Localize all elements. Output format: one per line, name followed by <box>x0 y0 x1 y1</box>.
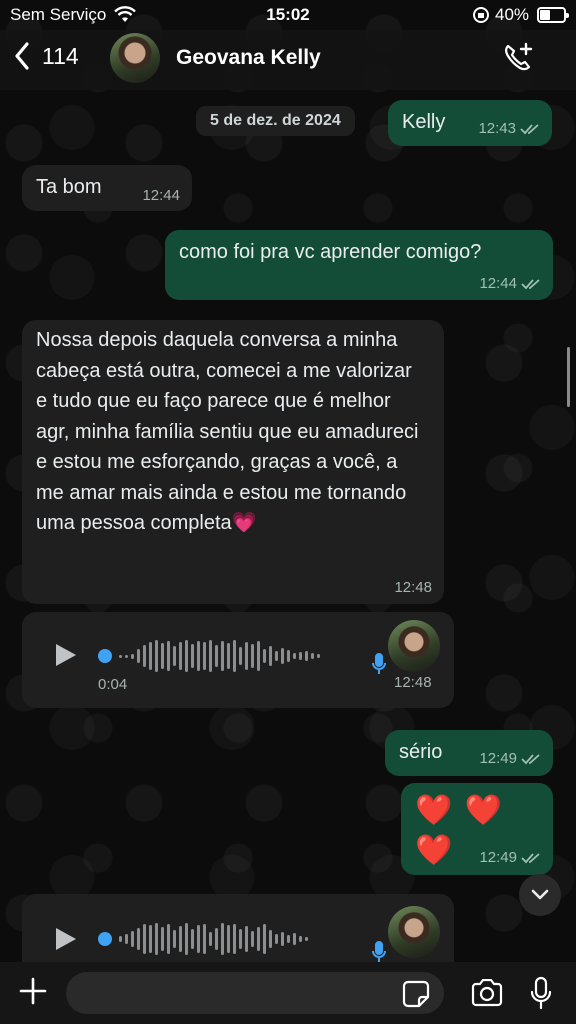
message-time: 12:48 <box>394 579 432 596</box>
status-bar: Sem Serviço 15:02 40% <box>0 0 576 30</box>
sender-avatar <box>388 620 440 672</box>
microphone-icon <box>372 941 386 962</box>
message-time: 12:48 <box>394 674 432 691</box>
message-time: 12:43 <box>478 120 516 137</box>
back-button[interactable]: 114 <box>14 42 79 70</box>
message-meta: 12:44 <box>142 187 180 204</box>
plus-icon[interactable] <box>18 976 48 1006</box>
sender-avatar <box>388 906 440 958</box>
message-outgoing[interactable]: Kelly 12:43 <box>388 100 552 146</box>
battery-percent: 40% <box>495 5 530 24</box>
playhead-dot[interactable] <box>98 932 112 946</box>
message-outgoing[interactable]: como foi pra vc aprender comigo? 12:44 <box>165 230 553 300</box>
microphone-icon[interactable] <box>530 976 552 1010</box>
message-incoming[interactable]: Nossa depois daquela conversa a minha ca… <box>22 320 444 604</box>
voice-duration: 0:04 <box>98 676 128 693</box>
date-separator: 5 de dez. de 2024 <box>196 106 355 136</box>
message-meta: 12:44 <box>479 275 541 292</box>
message-incoming[interactable]: Ta bom 12:44 <box>22 165 192 211</box>
audio-waveform[interactable] <box>98 923 308 955</box>
message-list[interactable]: 5 de dez. de 2024 Kelly 12:43 Ta bom 12:… <box>0 90 576 962</box>
contact-name[interactable]: Geovana Kelly <box>176 46 321 70</box>
unread-count: 114 <box>42 42 79 69</box>
scroll-to-bottom-button[interactable] <box>519 874 561 916</box>
contact-avatar[interactable] <box>110 33 160 83</box>
chevron-left-icon <box>15 42 29 70</box>
camera-icon[interactable] <box>470 979 504 1007</box>
message-outgoing[interactable]: ❤️ ❤️ ❤️ 12:49 <box>401 783 553 875</box>
rotation-lock-icon <box>473 7 489 23</box>
voice-message[interactable] <box>22 894 454 962</box>
sticker-icon[interactable] <box>402 980 430 1008</box>
chevron-down-icon <box>531 889 549 900</box>
chat-header: 114 Geovana Kelly <box>0 30 576 90</box>
read-receipt-icon <box>521 278 540 289</box>
scroll-indicator[interactable] <box>567 347 570 407</box>
audio-waveform[interactable] <box>98 640 320 672</box>
voice-message[interactable]: 0:04 12:48 <box>22 612 454 708</box>
add-call-icon[interactable] <box>500 40 536 76</box>
message-meta: 12:49 <box>479 750 541 767</box>
message-meta: 12:48 <box>394 579 432 596</box>
read-receipt-icon <box>521 753 540 764</box>
microphone-icon <box>372 653 386 674</box>
message-meta: 12:49 <box>479 849 541 866</box>
message-input[interactable] <box>66 972 444 1014</box>
message-time: 12:44 <box>479 275 517 292</box>
read-receipt-icon <box>520 123 539 134</box>
message-text: Nossa depois daquela conversa a minha ca… <box>36 329 419 534</box>
battery-icon <box>537 7 569 23</box>
message-text: como foi pra vc aprender comigo? <box>179 241 482 263</box>
play-icon[interactable] <box>54 642 78 668</box>
read-receipt-icon <box>521 852 540 863</box>
message-meta: 12:43 <box>478 120 540 137</box>
play-icon[interactable] <box>54 926 78 952</box>
message-time: 12:49 <box>479 849 517 866</box>
message-composer <box>0 962 576 1024</box>
message-time: 12:44 <box>142 187 180 204</box>
playhead-dot[interactable] <box>98 649 112 663</box>
message-time: 12:49 <box>479 750 517 767</box>
message-outgoing[interactable]: sério 12:49 <box>385 730 553 776</box>
